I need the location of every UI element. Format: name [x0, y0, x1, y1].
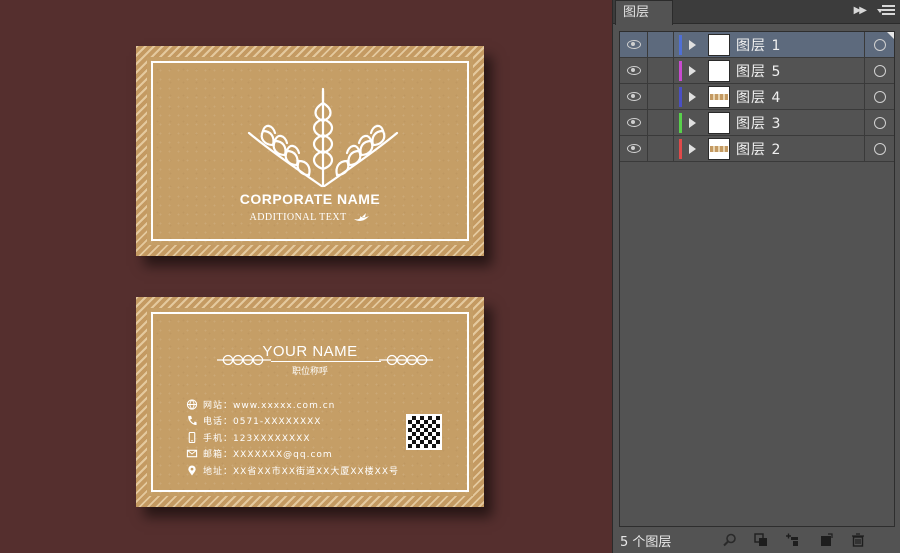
globe-icon	[186, 399, 198, 410]
artboard-canvas[interactable]: CORPORATE NAME ADDITIONAL TEXT YOUR NAME…	[0, 0, 612, 553]
expand-arrow-icon[interactable]	[689, 39, 696, 50]
lock-toggle[interactable]	[648, 57, 674, 84]
mobile-icon	[188, 431, 196, 443]
target-toggle[interactable]	[864, 109, 894, 136]
card-front-border: CORPORATE NAME ADDITIONAL TEXT	[151, 61, 469, 241]
phone-icon	[188, 416, 197, 426]
layer-row-3[interactable]: 图层 3	[620, 109, 894, 136]
visibility-toggle[interactable]	[620, 31, 648, 58]
visibility-toggle[interactable]	[620, 109, 648, 136]
target-circle-icon	[873, 90, 886, 103]
clipping-mask-icon[interactable]	[754, 533, 768, 547]
target-circle-icon	[873, 38, 886, 51]
eye-icon	[626, 40, 641, 49]
contact-mobile: 手机：123XXXXXXXX	[186, 429, 399, 446]
layer-thumbnail	[708, 59, 730, 82]
layer-thumbnail	[708, 33, 730, 56]
lock-toggle[interactable]	[648, 135, 674, 162]
visibility-toggle[interactable]	[620, 57, 648, 84]
corporate-name: CORPORATE NAME	[239, 191, 381, 207]
card-front-inner: CORPORATE NAME ADDITIONAL TEXT	[147, 57, 473, 245]
layer-thumbnail	[708, 137, 730, 160]
contact-address: 地址：XX省XX市XX街道XX大厦XX楼XX号	[186, 462, 399, 479]
layer-color-bar	[679, 60, 682, 81]
contact-email: 邮箱：XXXXXXX@qq.com	[186, 446, 399, 463]
layer-color-bar	[679, 138, 682, 159]
expand-arrow-icon[interactable]	[689, 65, 696, 76]
qr-code	[406, 414, 442, 450]
qr-code-pattern	[408, 416, 440, 448]
collapse-panel-icon[interactable]: ▶▶	[854, 5, 867, 16]
visibility-toggle[interactable]	[620, 135, 648, 162]
additional-text-row: ADDITIONAL TEXT	[153, 212, 467, 223]
layer-list[interactable]: 图层 1 图层 5 图层 4 图层 3 图层 2	[619, 31, 895, 527]
new-sublayer-icon[interactable]	[785, 533, 799, 547]
contact-phone: 电话：0571-XXXXXXXX	[186, 413, 399, 430]
search-icon[interactable]	[723, 533, 737, 547]
trash-icon[interactable]	[851, 533, 865, 547]
lock-toggle[interactable]	[648, 31, 674, 58]
lock-toggle[interactable]	[648, 109, 674, 136]
eye-icon	[626, 66, 641, 75]
target-toggle[interactable]	[864, 135, 894, 162]
additional-text: ADDITIONAL TEXT	[249, 212, 347, 223]
lock-toggle[interactable]	[648, 83, 674, 110]
layer-row-4[interactable]: 图层 4	[620, 83, 894, 110]
expand-arrow-icon[interactable]	[689, 117, 696, 128]
target-toggle[interactable]	[864, 57, 894, 84]
target-toggle[interactable]	[864, 83, 894, 110]
eye-icon	[626, 92, 641, 101]
layer-row-1[interactable]: 图层 1	[620, 31, 894, 58]
layer-name[interactable]: 图层 3	[736, 113, 864, 133]
panel-menu-icon[interactable]	[877, 5, 895, 19]
business-card-front[interactable]: CORPORATE NAME ADDITIONAL TEXT	[136, 46, 484, 256]
layer-color-bar	[679, 34, 682, 55]
name-divider	[271, 361, 381, 362]
contact-website-text: 网站：www.xxxxx.com.cn	[203, 400, 336, 411]
layer-color-bar	[679, 112, 682, 133]
wheat-logo-icon	[247, 87, 399, 187]
current-layer-marker-icon	[887, 32, 894, 39]
layer-name[interactable]: 图层 4	[736, 87, 864, 107]
target-circle-icon	[873, 64, 886, 77]
contact-website: 网站：www.xxxxx.com.cn	[186, 396, 399, 413]
bird-icon	[353, 212, 369, 221]
layer-count: 5 个图层	[620, 535, 672, 550]
mail-icon	[186, 449, 198, 458]
layer-thumbnail	[708, 85, 730, 108]
tab-layers[interactable]: 图层	[615, 0, 673, 25]
expand-arrow-icon[interactable]	[689, 143, 696, 154]
card-back-inner: YOUR NAME 职位称呼 网站：www.xxxxx.com.cn 电话：05…	[147, 308, 473, 496]
layers-panel: 图层 ▶▶ 图层 1 图层 5 图层 4 图层 3 图层 2 5 个图层	[612, 0, 900, 553]
layer-name[interactable]: 图层 2	[736, 139, 864, 159]
contact-mobile-text: 手机：123XXXXXXXX	[203, 433, 311, 444]
layer-row-5[interactable]: 图层 5	[620, 57, 894, 84]
contact-address-text: 地址：XX省XX市XX街道XX大厦XX楼XX号	[203, 466, 399, 477]
visibility-toggle[interactable]	[620, 83, 648, 110]
eye-icon	[626, 144, 641, 153]
layer-thumbnail	[708, 111, 730, 134]
layer-row-2[interactable]: 图层 2	[620, 135, 894, 162]
eye-icon	[626, 118, 641, 127]
new-layer-icon[interactable]	[819, 533, 833, 547]
location-icon	[188, 465, 196, 476]
target-circle-icon	[873, 142, 886, 155]
expand-arrow-icon[interactable]	[689, 91, 696, 102]
card-back-border: YOUR NAME 职位称呼 网站：www.xxxxx.com.cn 电话：05…	[151, 312, 469, 492]
job-title: 职位称呼	[291, 367, 328, 377]
contact-list: 网站：www.xxxxx.com.cn 电话：0571-XXXXXXXX 手机：…	[186, 396, 399, 479]
target-circle-icon	[873, 116, 886, 129]
layer-color-bar	[679, 86, 682, 107]
contact-phone-text: 电话：0571-XXXXXXXX	[203, 417, 322, 428]
business-card-back[interactable]: YOUR NAME 职位称呼 网站：www.xxxxx.com.cn 电话：05…	[136, 297, 484, 507]
layer-name[interactable]: 图层 1	[736, 35, 864, 55]
contact-email-text: 邮箱：XXXXXXX@qq.com	[203, 450, 333, 461]
panel-header: 图层 ▶▶	[613, 0, 900, 25]
panel-footer: 5 个图层	[613, 527, 900, 553]
layer-name[interactable]: 图层 5	[736, 61, 864, 81]
